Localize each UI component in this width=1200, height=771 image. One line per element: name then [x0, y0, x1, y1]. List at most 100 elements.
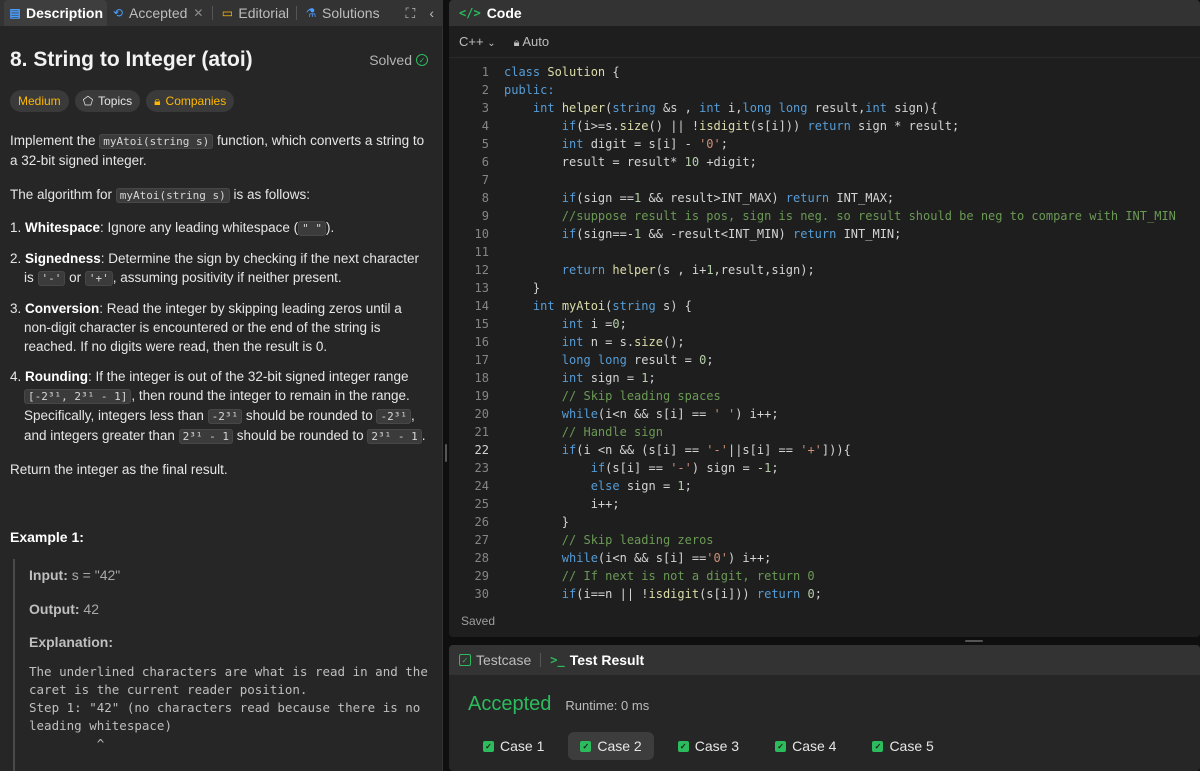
code-line[interactable]: 11 — [449, 243, 1200, 261]
check-icon: ✓ — [872, 740, 884, 752]
inline-code: " " — [298, 221, 327, 236]
code-line[interactable]: 24 else sign = 1; — [449, 477, 1200, 495]
code-line[interactable]: 6 result = result* 10 +digit; — [449, 153, 1200, 171]
code-line[interactable]: 21 // Handle sign — [449, 423, 1200, 441]
language-select[interactable]: C++ ⌄ — [459, 34, 496, 49]
code-token: return — [793, 227, 844, 241]
code-token: if — [561, 119, 577, 133]
difficulty-chip: Medium — [10, 90, 69, 112]
tab-test-result[interactable]: >_ Test Result — [544, 652, 650, 668]
code-line[interactable]: 4 if(i>=s.size() || !isdigit(s[i])) retu… — [449, 117, 1200, 135]
code-line[interactable]: 3 int helper(string &s , int i,long long… — [449, 99, 1200, 117]
code-line[interactable]: 7 — [449, 171, 1200, 189]
code-line[interactable]: 25 i++; — [449, 495, 1200, 513]
drag-grip[interactable] — [965, 640, 983, 642]
code-token: result = result* — [504, 155, 685, 169]
code-line[interactable]: 13 } — [449, 279, 1200, 297]
code-line[interactable]: 15 int i =0; — [449, 315, 1200, 333]
code-line[interactable]: 17 long long result = 0; — [449, 351, 1200, 369]
code-line[interactable]: 8 if(sign ==1 && result>INT_MAX) return … — [449, 189, 1200, 207]
case-tab[interactable]: ✓ Case 1 — [471, 732, 556, 760]
code-line[interactable]: 2 public: — [449, 81, 1200, 99]
drag-grip[interactable] — [445, 444, 447, 462]
topics-chip[interactable]: ⬠ Topics — [74, 90, 141, 112]
line-number: 30 — [474, 587, 489, 601]
code-line[interactable]: 9 //suppose result is pos, sign is neg. … — [449, 207, 1200, 225]
code-line[interactable]: 5 int digit = s[i] - '0'; — [449, 135, 1200, 153]
text: is as follows: — [229, 187, 311, 202]
case-tab[interactable]: ✓ Case 2 — [568, 732, 654, 760]
code-line[interactable]: 26 } — [449, 513, 1200, 531]
tab-test-result-label: Test Result — [569, 652, 645, 668]
code-token: 1 — [634, 191, 649, 205]
code-line[interactable]: 18 int sign = 1; — [449, 369, 1200, 387]
code-token: ||s[i] == — [727, 443, 801, 457]
code-line[interactable]: 1 class Solution { — [449, 63, 1200, 81]
code-line[interactable]: 29 // If next is not a digit, return 0 — [449, 567, 1200, 585]
line-code: return helper(s , i+1,result,sign); — [489, 261, 815, 279]
inline-code: -2³¹ — [376, 409, 411, 424]
inline-code: '+' — [84, 271, 113, 286]
code-line[interactable]: 30 if(i==n || !isdigit(s[i])) return 0; — [449, 585, 1200, 603]
code-panel-header: </> Code — [449, 0, 1200, 26]
output-label: Output: — [29, 601, 80, 617]
line-number: 6 — [481, 155, 489, 169]
collapse-icon[interactable]: ‹ — [429, 5, 434, 21]
case-tab[interactable]: ✓ Case 3 — [666, 732, 751, 760]
code-line[interactable]: 20 while(i<n && s[i] == ' ') i++; — [449, 405, 1200, 423]
text: or — [65, 270, 85, 285]
code-line[interactable]: 28 while(i<n && s[i] =='0') i++; — [449, 549, 1200, 567]
code-token: (i>=s. — [576, 119, 620, 133]
tab-solutions[interactable]: ⚗ Solutions — [300, 0, 384, 26]
code-line[interactable]: 19 // Skip leading spaces — [449, 387, 1200, 405]
code-token: ' ' — [713, 407, 736, 421]
line-number: 3 — [481, 101, 489, 115]
check-icon: ✓ — [677, 740, 689, 752]
code-token: // If next is not a digit, return 0 — [561, 569, 815, 583]
code-token: '0' — [699, 137, 721, 151]
tab-editorial[interactable]: ▭ Editorial — [216, 0, 293, 26]
language-label: C++ — [459, 34, 484, 49]
code-line[interactable]: 27 // Skip leading zeros — [449, 531, 1200, 549]
code-token: int — [561, 335, 591, 349]
close-icon[interactable]: ✕ — [191, 6, 205, 20]
inline-code: myAtoi(string s) — [99, 134, 214, 149]
horizontal-resize-handle[interactable] — [449, 637, 1200, 645]
step-number: 2. — [10, 251, 26, 266]
code-line[interactable]: 22 if(i <n && (s[i] == '-'||s[i] == '+']… — [449, 441, 1200, 459]
tab-separator — [295, 6, 297, 20]
case-tab[interactable]: ✓ Case 4 — [763, 732, 848, 760]
code-line[interactable]: 16 int n = s.size(); — [449, 333, 1200, 351]
tab-accepted[interactable]: ⟲ Accepted ✕ — [107, 0, 209, 26]
tab-testcase[interactable]: ✓ Testcase — [453, 652, 537, 668]
code-token: INT_MIN; — [843, 227, 902, 241]
case-tab[interactable]: ✓ Case 5 — [860, 732, 945, 760]
checkbox-icon: ✓ — [459, 654, 471, 666]
maximize-icon[interactable]: ⛶ — [406, 5, 416, 22]
line-number: 26 — [474, 515, 489, 529]
tab-description[interactable]: ▤ Description — [4, 0, 108, 26]
code-token: (i<n && s[i] == — [597, 407, 714, 421]
code-token: long long — [742, 101, 815, 115]
tab-editorial-label: Editorial — [238, 5, 289, 21]
code-line[interactable]: 14 int myAtoi(string s) { — [449, 297, 1200, 315]
line-code: int n = s.size(); — [489, 333, 685, 351]
problem-title[interactable]: 8. String to Integer (atoi) — [10, 48, 253, 72]
line-number: 27 — [474, 533, 489, 547]
inline-code: '-' — [37, 271, 66, 286]
code-line[interactable]: 10 if(sign==-1 && -result<INT_MIN) retur… — [449, 225, 1200, 243]
code-token: 1 — [677, 479, 685, 493]
lock-icon: 🔒︎ — [513, 36, 520, 49]
auto-mode[interactable]: 🔒︎ Auto — [514, 34, 550, 50]
code-token: && result>INT_MAX) — [648, 191, 786, 205]
code-editor[interactable]: 1 class Solution {2 public: 3 int helper(st… — [449, 58, 1200, 603]
text: Implement the — [10, 133, 100, 148]
code-line[interactable]: 12 return helper(s , i+1,result,sign); — [449, 261, 1200, 279]
line-number: 23 — [474, 461, 489, 475]
code-token: // Skip leading zeros — [561, 533, 714, 547]
code-line[interactable]: 23 if(s[i] == '-') sign = -1; — [449, 459, 1200, 477]
companies-chip[interactable]: 🔒︎ Companies — [146, 90, 235, 112]
